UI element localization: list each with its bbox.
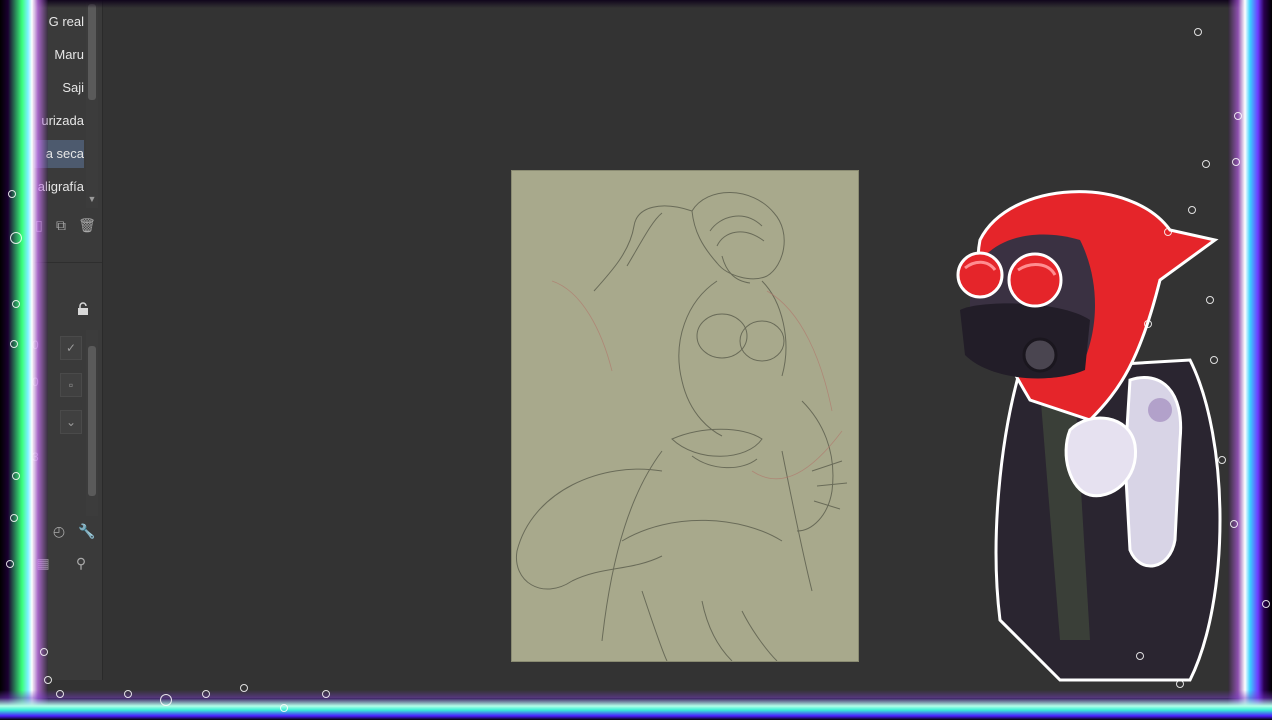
neon-frame-right [1228, 0, 1272, 720]
wrench-icon[interactable]: 🔧 [78, 522, 96, 540]
bubble-decoration [1218, 456, 1226, 464]
brush-list-scroll-thumb[interactable] [88, 4, 96, 100]
bubble-decoration [322, 690, 330, 698]
property-scrollbar[interactable] [86, 330, 98, 516]
bubble-decoration [202, 690, 210, 698]
bubble-decoration [40, 648, 48, 656]
node-icon[interactable]: ⚲ [72, 554, 90, 572]
neon-frame-bottom [0, 690, 1272, 720]
check-icon[interactable]: ✓ [60, 336, 82, 360]
bubble-decoration [44, 676, 52, 684]
brush-list-scrollbar[interactable]: ▼ [86, 0, 98, 208]
bubble-decoration [6, 560, 14, 568]
bubble-decoration [1202, 160, 1210, 168]
bubble-decoration [280, 704, 288, 712]
bubble-decoration [10, 340, 18, 348]
bubble-decoration [1262, 600, 1270, 608]
bubble-decoration [1164, 228, 1172, 236]
bubble-decoration [1234, 112, 1242, 120]
neon-frame-left [0, 0, 48, 720]
bubble-decoration [1230, 520, 1238, 528]
bubble-decoration [1206, 296, 1214, 304]
bubble-decoration [1232, 158, 1240, 166]
bubble-decoration [10, 514, 18, 522]
screen: G real Maru Saji urizada a seca aligrafí… [0, 0, 1272, 720]
bubble-decoration [1194, 28, 1202, 36]
bubble-decoration [1210, 356, 1218, 364]
bubble-decoration [160, 694, 172, 706]
bubble-decoration [240, 684, 248, 692]
bubble-decoration [8, 190, 16, 198]
property-scroll-thumb[interactable] [88, 346, 96, 496]
square-icon[interactable]: ▫ [60, 373, 82, 397]
bubble-decoration [12, 472, 20, 480]
bubble-decoration [1188, 206, 1196, 214]
scroll-down-icon[interactable]: ▼ [87, 194, 97, 204]
bubble-decoration [1136, 652, 1144, 660]
lock-icon[interactable] [74, 302, 92, 320]
sketch-artwork [515, 192, 848, 661]
bubble-decoration [124, 690, 132, 698]
trash-icon[interactable]: 🗑 [78, 216, 96, 234]
bubble-decoration [56, 690, 64, 698]
streamer-avatar-overlay [940, 180, 1230, 700]
dial-icon[interactable]: ◴ [50, 522, 68, 540]
neon-frame-top [0, 0, 1272, 8]
bubble-decoration [1176, 680, 1184, 688]
duplicate-icon[interactable]: ⧉ [52, 216, 70, 234]
bubble-decoration [1144, 320, 1152, 328]
bubble-decoration [10, 232, 22, 244]
bubble-decoration [12, 300, 20, 308]
chevron-down-icon[interactable]: ⌄ [60, 410, 82, 434]
avatar-illustration [956, 190, 1222, 682]
drawing-canvas[interactable] [511, 170, 859, 662]
